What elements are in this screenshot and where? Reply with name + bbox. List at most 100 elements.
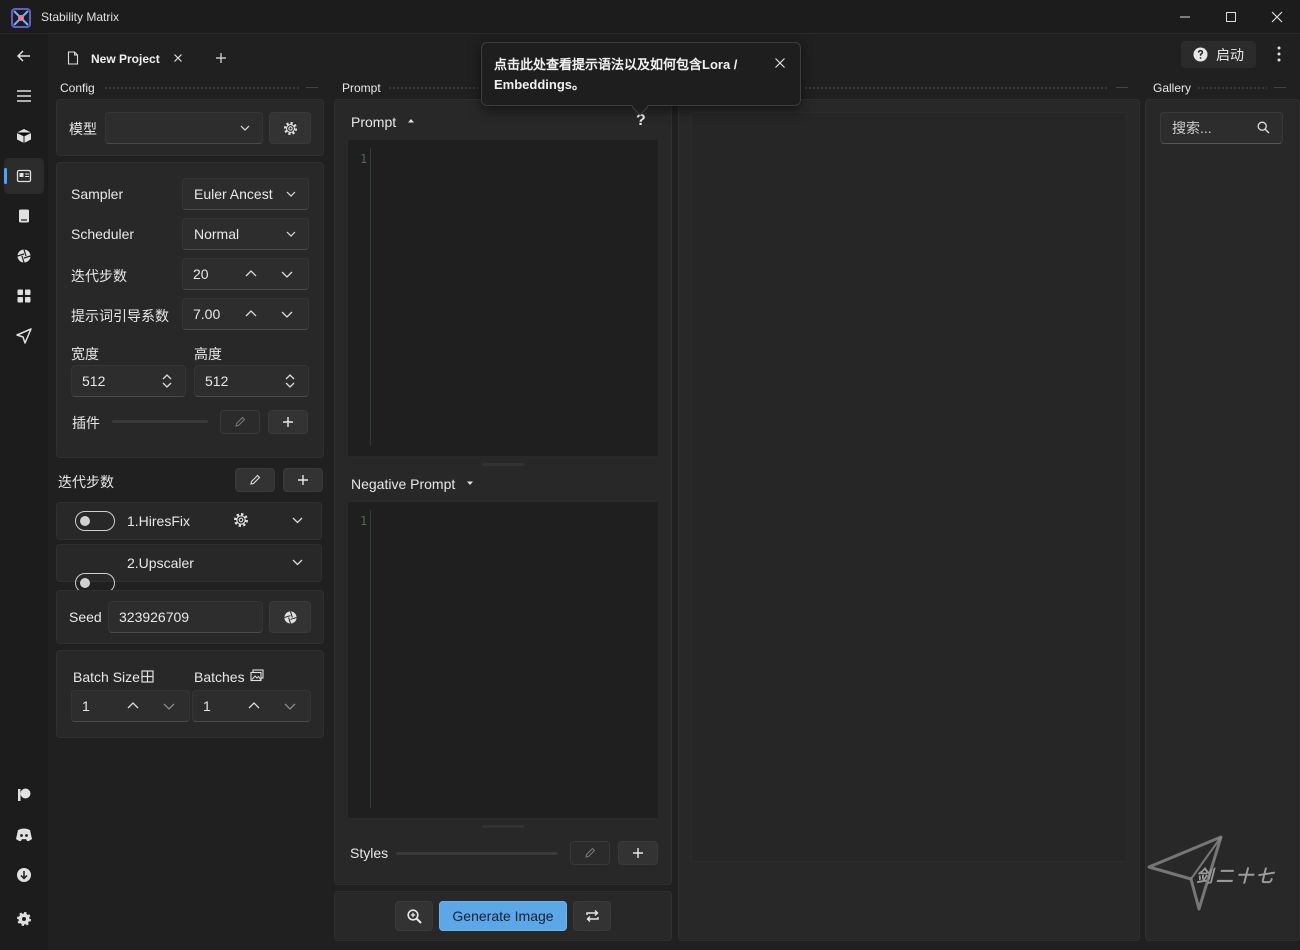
batch-size-increment-chevron-up-icon[interactable] [126,699,140,713]
checkpoints-book-icon[interactable] [12,204,36,228]
styles-edit-button[interactable] [570,841,610,865]
rail-active-indicator [4,168,7,184]
maximize-button[interactable] [1208,4,1254,30]
close-window-button[interactable] [1254,4,1300,30]
prompt-section-title: Prompt [342,81,381,95]
batch-size-decrement-chevron-down-icon[interactable] [162,699,176,713]
hiresfix-gear-icon[interactable] [233,512,249,528]
negative-prompt-label[interactable]: Negative Prompt [351,476,455,492]
discord-icon[interactable] [12,823,36,847]
width-value: 512 [82,373,106,389]
gallery-search-placeholder: 搜索... [1172,120,1212,136]
back-arrow-icon[interactable] [12,44,36,68]
hiresfix-toggle[interactable] [75,511,115,531]
plugins-add-button[interactable] [268,410,308,434]
plugins-edit-button[interactable] [220,410,260,434]
steps-edit-button[interactable] [235,468,275,492]
batch-size-label: Batch Size [73,669,140,685]
inference-window-icon[interactable] [12,164,36,188]
settings-gear-icon[interactable] [12,907,36,931]
document-icon [67,51,79,65]
config-section-title: Config [60,81,95,95]
gallery-collapse-line[interactable] [1274,87,1286,88]
sampler-select[interactable]: Euler Ancest [182,178,309,210]
prompt-collapse-line[interactable] [1116,87,1128,88]
config-header-grip [104,86,300,90]
seed-input[interactable]: 323926709 [108,601,263,633]
prompt-editor[interactable]: 1 [347,139,659,457]
hamburger-menu-icon[interactable] [12,84,36,108]
grid-icon [141,670,154,683]
gear-icon [283,121,298,136]
gallery-section-title: Gallery [1153,81,1192,95]
negative-prompt-resize-handle[interactable] [482,825,524,828]
pencil-icon [249,474,261,486]
random-seed-button[interactable] [269,601,311,633]
workflows-grid-icon[interactable] [12,284,36,308]
scheduler-select-value: Normal [194,226,240,242]
steps-decrement-chevron-down-icon[interactable] [280,267,294,281]
model-select[interactable] [105,112,263,144]
steps-increment-chevron-up-icon[interactable] [244,267,258,281]
hiresfix-label: 1.HiresFix [127,513,191,529]
zoom-in-button[interactable] [395,901,433,931]
tooltip-close-icon[interactable] [774,57,786,69]
batches-label: Batches [194,669,245,685]
prompt-help-question-icon[interactable]: ? [636,112,646,130]
model-settings-button[interactable] [269,112,311,144]
styles-label: Styles [350,845,389,861]
steps-section-label: 迭代步数 [58,474,114,490]
repeat-generate-button[interactable] [573,901,611,931]
pencil-icon [584,847,596,859]
scheduler-label: Scheduler [71,226,135,242]
packages-box-icon[interactable] [12,124,36,148]
search-icon[interactable] [1257,121,1270,134]
seed-value: 323926709 [119,609,190,625]
batches-decrement-chevron-down-icon[interactable] [283,699,297,713]
generate-image-button[interactable]: Generate Image [439,901,567,931]
image-preview-canvas[interactable] [691,112,1127,862]
styles-divider [396,852,558,855]
tab-new-project[interactable]: New Project [91,52,160,66]
prompt-line-number: 1 [360,152,368,166]
caret-up-icon[interactable] [407,118,415,123]
more-options-icon[interactable] [1270,44,1288,64]
height-value: 512 [205,373,229,389]
title-bar: Stability Matrix [0,0,1300,34]
send-paper-plane-icon[interactable] [12,324,36,348]
styles-add-button[interactable] [618,841,658,865]
launch-button[interactable]: 启动 [1181,41,1256,68]
batches-increment-chevron-up-icon[interactable] [247,699,261,713]
chevron-down-icon [286,231,296,237]
prompt-label[interactable]: Prompt [351,114,396,130]
height-label: 高度 [194,346,222,362]
width-spinner-updown-icon[interactable] [160,372,174,390]
sampler-select-value: Euler Ancest [194,186,273,202]
height-spinner-updown-icon[interactable] [283,372,297,390]
hiresfix-expand-chevron-down-icon[interactable] [292,517,303,524]
patreon-icon[interactable] [12,783,36,807]
negative-prompt-editor[interactable]: 1 [347,501,659,819]
steps-add-button[interactable] [283,468,323,492]
window-title: Stability Matrix [41,10,120,24]
cfg-increment-chevron-up-icon[interactable] [244,307,258,321]
images-stack-icon [250,669,264,682]
caret-down-icon[interactable] [466,481,474,486]
config-collapse-line[interactable] [306,87,318,88]
watermark-text: 剑二十七 [1196,867,1276,886]
minimize-button[interactable] [1162,4,1208,30]
cfg-scale-label: 提示词引导系数 [71,308,169,324]
tab-close-icon[interactable] [171,51,185,65]
zoom-in-icon [406,908,422,924]
plus-icon [297,474,309,486]
scheduler-select[interactable]: Normal [182,218,309,250]
upscaler-label: 2.Upscaler [127,555,194,571]
add-tab-plus-icon[interactable] [213,50,229,66]
upscaler-expand-chevron-down-icon[interactable] [292,559,303,566]
model-browser-aperture-icon[interactable] [12,244,36,268]
prompt-header-grip [388,86,478,90]
prompt-resize-handle[interactable] [482,463,524,466]
download-arrow-icon[interactable] [12,863,36,887]
negative-prompt-line-number: 1 [360,514,368,528]
cfg-decrement-chevron-down-icon[interactable] [280,307,294,321]
